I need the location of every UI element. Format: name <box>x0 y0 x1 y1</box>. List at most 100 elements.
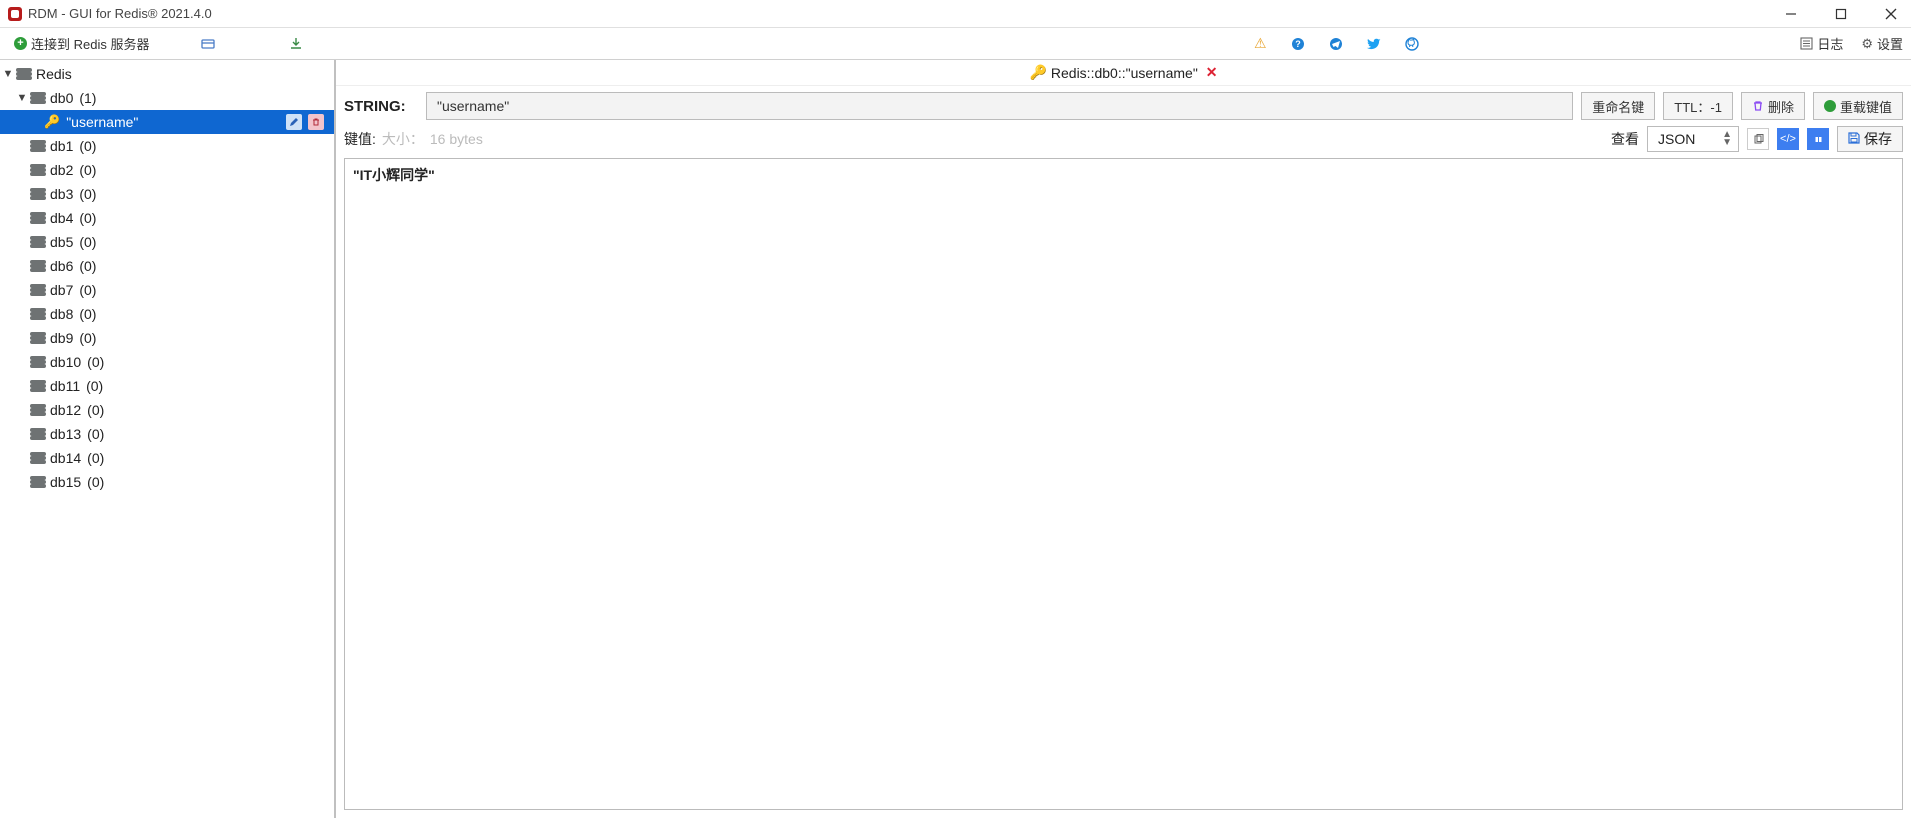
database-icon <box>30 140 46 152</box>
tree-db[interactable]: ▼db0(1) <box>0 86 334 110</box>
trash-icon <box>1752 100 1764 112</box>
db-count: (0) <box>79 234 96 250</box>
caret-icon <box>16 212 28 224</box>
value-text: "IT小辉同学" <box>353 167 435 183</box>
key-value-button[interactable] <box>1807 128 1829 150</box>
tree-db[interactable]: db9(0) <box>0 326 334 350</box>
tree-db[interactable]: db5(0) <box>0 230 334 254</box>
caret-icon <box>16 140 28 152</box>
database-icon <box>30 308 46 320</box>
caret-icon <box>16 332 28 344</box>
size-value: 16 bytes <box>430 131 483 147</box>
db-name: db12 <box>50 402 81 418</box>
maximize-button[interactable] <box>1829 2 1853 26</box>
db-name: db10 <box>50 354 81 370</box>
database-icon <box>30 164 46 176</box>
twitter-icon[interactable] <box>1366 36 1382 52</box>
connect-label: 连接到 Redis 服务器 <box>31 34 149 53</box>
card-icon[interactable] <box>195 37 221 51</box>
reload-value-button[interactable]: ↻ 重载键值 <box>1813 92 1903 120</box>
tab-active[interactable]: 🔑 Redis::db0::"username" ✕ <box>1029 64 1217 81</box>
tree-connection[interactable]: ▼ Redis <box>0 62 334 86</box>
db-name: db7 <box>50 282 73 298</box>
warning-icon[interactable]: ⚠ <box>1252 36 1268 52</box>
value-editor[interactable]: "IT小辉同学" <box>344 158 1903 810</box>
delete-key-button[interactable] <box>308 114 324 130</box>
caret-icon <box>16 476 28 488</box>
tab-close-button[interactable]: ✕ <box>1206 64 1218 81</box>
delete-label: 删除 <box>1768 97 1794 116</box>
tree-db[interactable]: db2(0) <box>0 158 334 182</box>
tree-db[interactable]: db6(0) <box>0 254 334 278</box>
tree-db[interactable]: db7(0) <box>0 278 334 302</box>
app-icon <box>8 7 22 21</box>
format-select[interactable]: JSON ▲▼ <box>1647 126 1739 152</box>
key-icon: 🔑 <box>44 114 60 130</box>
db-name: db15 <box>50 474 81 490</box>
server-icon <box>16 68 32 80</box>
database-icon <box>30 476 46 488</box>
db-name: db13 <box>50 426 81 442</box>
key-name-field[interactable]: "username" <box>426 92 1573 120</box>
caret-icon <box>16 308 28 320</box>
caret-icon <box>16 356 28 368</box>
connect-button[interactable]: + 连接到 Redis 服务器 <box>8 32 155 56</box>
db-count: (0) <box>87 426 104 442</box>
key-type-label: STRING: <box>344 98 418 115</box>
settings-button[interactable]: ⚙ 设置 <box>1861 34 1903 53</box>
database-icon <box>30 92 46 104</box>
tree-db[interactable]: db4(0) <box>0 206 334 230</box>
main-panel: 🔑 Redis::db0::"username" ✕ STRING: "user… <box>336 60 1911 818</box>
tree-db[interactable]: db11(0) <box>0 374 334 398</box>
tree-db[interactable]: db1(0) <box>0 134 334 158</box>
database-icon <box>30 260 46 272</box>
tree-db[interactable]: db13 (0) <box>0 422 334 446</box>
tree-db[interactable]: db3(0) <box>0 182 334 206</box>
log-button[interactable]: 日志 <box>1800 34 1843 53</box>
help-icon[interactable]: ? <box>1290 36 1306 52</box>
db-count: (0) <box>87 354 104 370</box>
db-count: (0) <box>87 402 104 418</box>
connection-name: Redis <box>36 66 72 82</box>
database-icon <box>30 188 46 200</box>
save-button[interactable]: 保存 <box>1837 126 1903 152</box>
gear-icon: ⚙ <box>1861 36 1873 52</box>
minimize-button[interactable] <box>1779 2 1803 26</box>
code-format-button[interactable]: </> <box>1777 128 1799 150</box>
telegram-icon[interactable] <box>1328 36 1344 52</box>
caret-icon <box>16 260 28 272</box>
caret-icon <box>16 164 28 176</box>
save-label: 保存 <box>1864 129 1892 149</box>
caret-icon <box>16 284 28 296</box>
connection-tree[interactable]: ▼ Redis ▼db0(1) 🔑"username" db1(0) db2(0… <box>0 60 336 818</box>
chevron-updown-icon: ▲▼ <box>1722 131 1732 147</box>
database-icon <box>30 356 46 368</box>
caret-down-icon: ▼ <box>2 68 14 80</box>
delete-key-button[interactable]: 删除 <box>1741 92 1805 120</box>
db-count: (0) <box>79 330 96 346</box>
rename-key-button[interactable]: 重命名键 <box>1581 92 1655 120</box>
svg-text:?: ? <box>1296 39 1302 49</box>
tree-db[interactable]: db14(0) <box>0 446 334 470</box>
db-name: db2 <box>50 162 73 178</box>
tree-db[interactable]: db15 (0) <box>0 470 334 494</box>
tree-db[interactable]: db8(0) <box>0 302 334 326</box>
db-name: db4 <box>50 210 73 226</box>
toolbar: + 连接到 Redis 服务器 ⚠ ? <box>0 28 1911 60</box>
github-icon[interactable] <box>1404 36 1420 52</box>
db-count: (0) <box>79 306 96 322</box>
copy-button[interactable] <box>1747 128 1769 150</box>
caret-icon <box>16 380 28 392</box>
size-label: 大小： <box>382 129 424 149</box>
tab-bar: 🔑 Redis::db0::"username" ✕ <box>336 60 1911 86</box>
ttl-button[interactable]: TTL：-1 <box>1663 92 1733 120</box>
key-name-value: "username" <box>437 98 509 114</box>
tree-db[interactable]: db12 (0) <box>0 398 334 422</box>
database-icon <box>30 452 46 464</box>
tree-key[interactable]: 🔑"username" <box>0 110 334 134</box>
db-count: (0) <box>87 474 104 490</box>
edit-key-button[interactable] <box>286 114 302 130</box>
tree-db[interactable]: db10 (0) <box>0 350 334 374</box>
close-button[interactable] <box>1879 2 1903 26</box>
import-icon[interactable] <box>283 37 309 51</box>
